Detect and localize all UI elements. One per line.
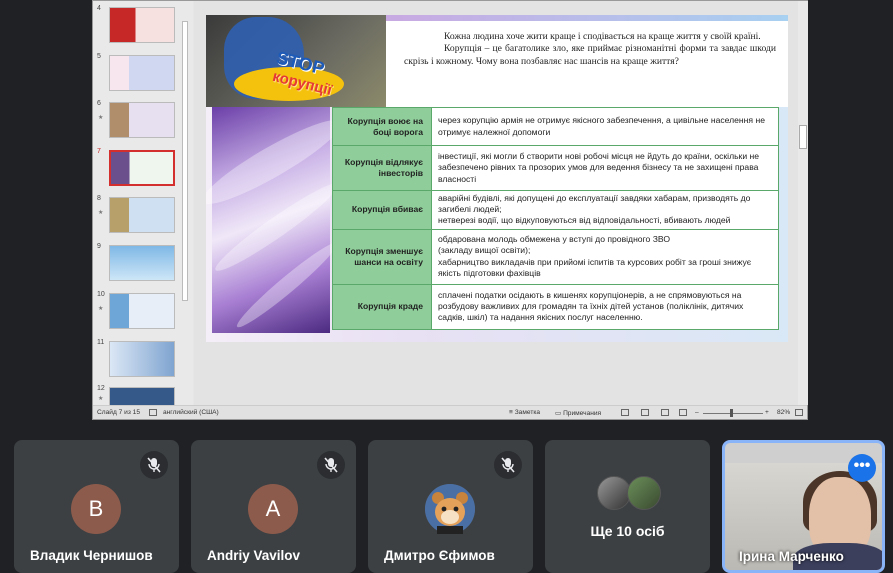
- participant-name: Дмитро Єфимов: [384, 548, 495, 563]
- presentation-window: 4 5 6 ★ 7 8 ★ 9 10 ★ 11 12 ★ STOP корупц…: [92, 0, 808, 420]
- slide-number: 12: [97, 385, 105, 392]
- zoom-level[interactable]: 82%: [777, 409, 790, 416]
- row-heading: Корупція відлякує інвесторів: [332, 145, 432, 191]
- normal-view-icon[interactable]: [621, 409, 629, 416]
- self-video-tile[interactable]: ••• Ірина Марченко: [722, 440, 885, 573]
- slide-thumb-10[interactable]: 10 ★: [97, 291, 189, 331]
- participant-tile[interactable]: B Владик Чернишов: [14, 440, 179, 573]
- slide-number: 6: [97, 100, 101, 107]
- more-people-label: Ще 10 осіб: [590, 523, 665, 539]
- slide-number: 9: [97, 243, 101, 250]
- slide-thumb-8[interactable]: 8 ★: [97, 195, 189, 235]
- scrollbar-thumb[interactable]: [182, 21, 188, 301]
- slide-thumb-11[interactable]: 11: [97, 339, 189, 379]
- animation-star-icon: ★: [98, 306, 104, 312]
- avatar: A: [248, 484, 298, 534]
- row-text: через корупцію армія не отримує якісного…: [431, 107, 779, 146]
- muted-mic-icon: [317, 451, 345, 479]
- thumb-image: [109, 55, 175, 91]
- slide: STOP корупції Кожна людина хоче жити кра…: [206, 15, 788, 342]
- stop-corruption-image: STOP корупції: [206, 15, 386, 107]
- slide-number: 5: [97, 53, 101, 60]
- slide-scrollbar[interactable]: [798, 1, 808, 405]
- animation-star-icon: ★: [98, 210, 104, 216]
- comments-button[interactable]: ▭ Примечания: [555, 409, 601, 417]
- table-row: Корупція відлякує інвесторів інвестиції,…: [332, 145, 779, 191]
- row-text: інвестиції, які могли б створити нові ро…: [431, 145, 779, 191]
- decorative-art: [206, 107, 349, 333]
- avatar: [627, 476, 661, 510]
- participant-name: Ірина Марченко: [739, 549, 844, 564]
- zoom-in-button[interactable]: +: [765, 409, 769, 416]
- slide-thumb-7[interactable]: 7: [97, 148, 189, 188]
- thumb-image: [109, 7, 175, 43]
- row-text: аварійні будівлі, які допущені до експлу…: [431, 190, 779, 230]
- slide-number: 8: [97, 195, 101, 202]
- comments-label: Примечания: [563, 410, 602, 417]
- zoom-slider[interactable]: [703, 413, 763, 414]
- slide-thumb-6[interactable]: 6 ★: [97, 100, 189, 140]
- row-text: обдарована молодь обмежена у вступі до п…: [431, 228, 779, 285]
- muted-mic-icon: [494, 451, 522, 479]
- row-text: сплачені податки осідають в кишенях кору…: [431, 283, 779, 330]
- slide-thumb-12[interactable]: 12 ★: [97, 385, 189, 405]
- slide-number: 7: [97, 148, 101, 155]
- hamster-avatar-icon: [425, 484, 475, 534]
- row-heading: Корупція краде: [332, 283, 432, 330]
- language-indicator[interactable]: английский (США): [163, 409, 219, 416]
- table-row: Корупція воює на боці ворога через коруп…: [332, 107, 779, 146]
- thumb-image: [109, 293, 175, 329]
- zoom-slider-handle[interactable]: [730, 409, 733, 417]
- corruption-table: Корупція воює на боці ворога через коруп…: [332, 107, 779, 330]
- thumb-image: [109, 102, 175, 138]
- intro-paragraph-2: Корупція – це багатолике зло, яке прийма…: [404, 43, 776, 67]
- thumb-image: [109, 245, 175, 281]
- status-bar: Слайд 7 из 15 английский (США) ≡ Заметка…: [93, 405, 807, 419]
- muted-mic-icon: [140, 451, 168, 479]
- row-heading: Корупція зменшує шанси на освіту: [332, 228, 432, 285]
- slide-thumbnails-panel: 4 5 6 ★ 7 8 ★ 9 10 ★ 11 12 ★: [93, 1, 193, 405]
- participant-tile[interactable]: A Andriy Vavilov: [191, 440, 356, 573]
- slide-number: 10: [97, 291, 105, 298]
- notes-label: Заметка: [514, 409, 541, 416]
- more-avatars: [597, 476, 667, 510]
- table-row: Корупція краде сплачені податки осідають…: [332, 283, 779, 330]
- thumb-image: [109, 387, 175, 405]
- more-participants-tile[interactable]: Ще 10 осіб: [545, 440, 710, 573]
- avatar: [597, 476, 631, 510]
- thumb-image: [109, 197, 175, 233]
- more-options-icon[interactable]: •••: [848, 454, 876, 482]
- reading-view-icon[interactable]: [661, 409, 669, 416]
- table-row: Корупція вбиває аварійні будівлі, які до…: [332, 190, 779, 230]
- slide-thumb-4[interactable]: 4: [97, 5, 189, 45]
- row-heading: Корупція вбиває: [332, 190, 432, 230]
- slide-counter: Слайд 7 из 15: [97, 409, 141, 416]
- row-heading: Корупція воює на боці ворога: [332, 107, 432, 146]
- participant-name: Владик Чернишов: [30, 548, 153, 563]
- intro-text-box: Кожна людина хоче жити краще і сподіваєт…: [386, 21, 788, 107]
- zoom-out-button[interactable]: –: [695, 409, 699, 416]
- participant-name: Andriy Vavilov: [207, 548, 301, 563]
- avatar: B: [71, 484, 121, 534]
- fit-slide-icon[interactable]: [795, 409, 803, 416]
- participant-tile[interactable]: Дмитро Єфимов: [368, 440, 533, 573]
- notes-button[interactable]: ≡ Заметка: [509, 409, 540, 416]
- table-row: Корупція зменшує шанси на освіту обдаров…: [332, 228, 779, 285]
- meeting-screen: 4 5 6 ★ 7 8 ★ 9 10 ★ 11 12 ★ STOP корупц…: [0, 0, 893, 573]
- sorter-view-icon[interactable]: [641, 409, 649, 416]
- thumb-image: [109, 341, 175, 377]
- scrollbar-thumb[interactable]: [799, 125, 807, 149]
- slide-thumb-5[interactable]: 5: [97, 53, 189, 93]
- slide-thumb-9[interactable]: 9: [97, 243, 189, 283]
- thumb-image: [109, 150, 175, 186]
- slide-number: 4: [97, 5, 101, 12]
- intro-paragraph-1: Кожна людина хоче жити краще і сподіваєт…: [444, 31, 761, 42]
- thumbnails-scrollbar[interactable]: [182, 5, 188, 401]
- animation-star-icon: ★: [98, 396, 104, 402]
- slide-number: 11: [97, 339, 105, 346]
- spellcheck-icon[interactable]: [149, 409, 157, 416]
- animation-star-icon: ★: [98, 115, 104, 121]
- slideshow-icon[interactable]: [679, 409, 687, 416]
